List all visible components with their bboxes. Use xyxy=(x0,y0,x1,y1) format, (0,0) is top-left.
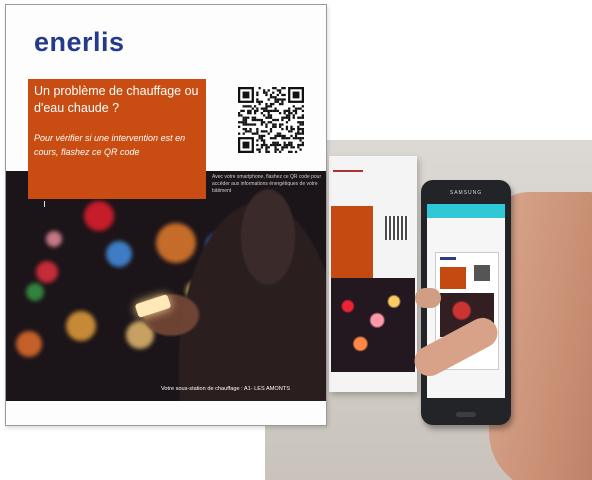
qr-code-icon[interactable] xyxy=(238,87,304,153)
home-button xyxy=(456,412,476,417)
app-bar xyxy=(427,204,505,218)
subline: Pour vérifier si une intervention est en… xyxy=(34,133,186,157)
bokeh-light xyxy=(26,283,44,301)
scan-caption: Avec votre smartphone, flashez ce QR cod… xyxy=(212,174,322,194)
photo-poster-orange-box xyxy=(331,206,373,282)
bokeh-light xyxy=(106,241,132,267)
bokeh-light xyxy=(66,311,96,341)
preview-logo xyxy=(440,257,456,260)
enerlis-poster: enerlis Un problème de chauffage ou d'ea… xyxy=(5,4,327,426)
photo-poster-qr-icon xyxy=(385,216,409,240)
brand-logo: enerlis xyxy=(34,27,125,57)
bokeh-light xyxy=(36,261,58,283)
photo-poster-night-image xyxy=(331,278,415,372)
headline: Un problème de chauffage ou d'eau chaude… xyxy=(34,84,199,115)
headline-box: Un problème de chauffage ou d'eau chaude… xyxy=(28,79,206,199)
bokeh-light xyxy=(46,231,62,247)
photo-wall-poster xyxy=(329,156,417,392)
night-city-photo xyxy=(6,171,326,401)
footer-caption: Votre sous-station de chauffage : A1- LE… xyxy=(161,386,290,392)
bokeh-light xyxy=(84,201,114,231)
preview-orange-box xyxy=(440,267,466,289)
divider xyxy=(44,201,45,207)
preview-qr-icon xyxy=(474,265,490,281)
finger xyxy=(415,288,441,308)
phone-brand: SAMSUNG xyxy=(449,190,483,196)
bokeh-light xyxy=(16,331,42,357)
photo-poster-logo xyxy=(333,170,363,172)
